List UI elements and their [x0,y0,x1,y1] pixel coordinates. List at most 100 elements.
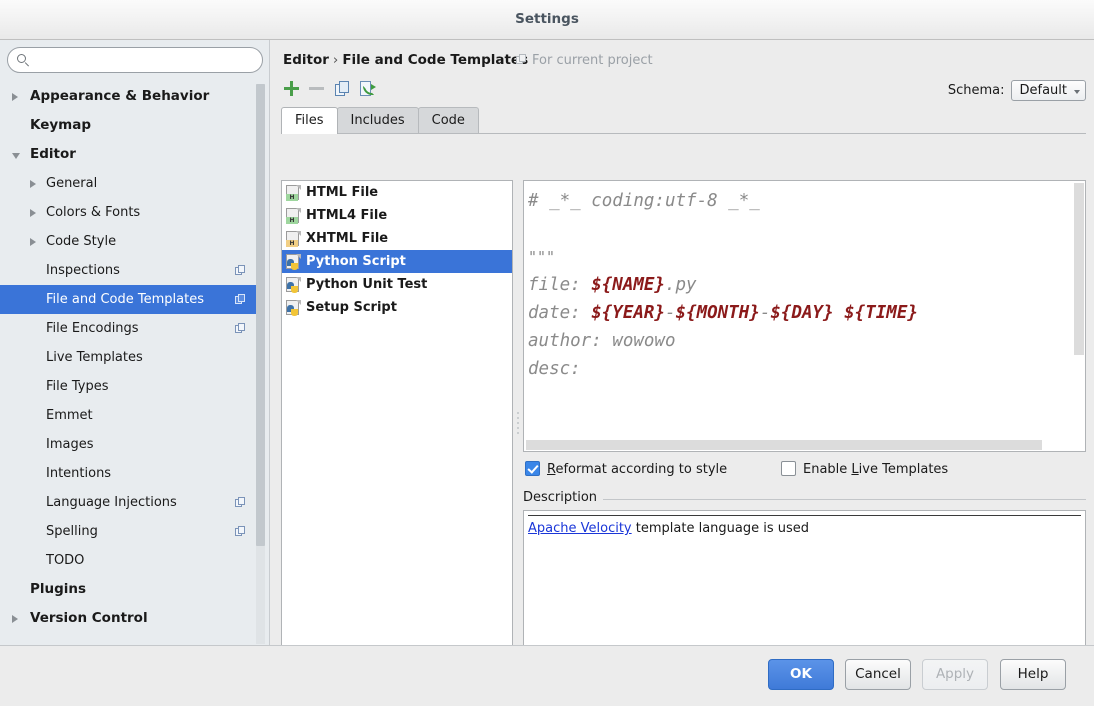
breadcrumb: Editor › File and Code Templates [283,52,528,68]
sidebar-item-label: Keymap [30,117,92,133]
sidebar-item-file-encodings[interactable]: File Encodings [0,314,262,343]
schema-selector: Schema: Default [948,80,1086,102]
tab-includes[interactable]: Includes [336,107,419,134]
code-text: .py [664,275,697,295]
reformat-label-post: eformat according to style [555,462,728,477]
xhtml-file-icon: H [286,231,301,247]
scope-note: For current project [516,53,653,68]
sidebar-item-language-injections[interactable]: Language Injections [0,488,262,517]
project-scope-icon [516,54,527,65]
sidebar-item-label: Inspections [46,263,120,278]
main-panel: Editor › File and Code Templates For curre… [271,40,1094,670]
tab-files[interactable]: Files [281,107,338,134]
project-scope-icon [235,526,246,537]
description-group-line [601,499,1086,500]
sidebar-item-todo[interactable]: TODO [0,546,262,575]
code-text: """ [528,248,556,266]
template-variable: ${NAME} [591,275,665,295]
sidebar-item-version-control[interactable]: Version Control [0,604,262,633]
sidebar-item-inspections[interactable]: Inspections [0,256,262,285]
window-title: Settings [515,11,579,27]
ok-button[interactable]: OK [768,659,834,690]
template-editor-text[interactable]: # _*_ coding:utf-8 _*_ """ file: ${NAME}… [524,181,1073,439]
sidebar-item-file-and-code-templates[interactable]: File and Code Templates [0,285,262,314]
live-templates-mnemonic: L [851,462,859,477]
html4-file-icon: H [286,208,301,224]
sidebar-item-keymap[interactable]: Keymap [0,111,262,140]
code-text: date: [528,303,592,323]
live-templates-checkbox[interactable]: Enable Live Templates [781,460,948,480]
schema-dropdown[interactable]: Default [1010,80,1086,101]
breadcrumb-separator: › [332,52,339,68]
list-item-label: Setup Script [306,300,397,315]
apache-velocity-link[interactable]: Apache Velocity [528,521,632,536]
templates-content: H HTML File H HTML4 File H XHTML File Python S… [281,134,1086,670]
sidebar-item-label: Language Injections [46,495,177,510]
template-code[interactable]: # _*_ coding:utf-8 _*_ """ file: ${NAME}… [528,187,1073,383]
description-text: Apache Velocity template language is use… [528,521,809,536]
cancel-button[interactable]: Cancel [845,659,911,690]
sidebar-item-code-style[interactable]: Code Style [0,227,262,256]
sidebar-item-label: Emmet [46,408,93,423]
list-item-label: XHTML File [306,231,389,246]
tab-code[interactable]: Code [417,107,479,134]
search-box[interactable] [7,47,263,73]
chevron-right-icon[interactable] [30,180,36,188]
list-item-label: Python Unit Test [306,277,428,292]
sidebar-item-label: Live Templates [46,350,143,365]
sidebar-item-live-templates[interactable]: Live Templates [0,343,262,372]
sidebar-item-file-types[interactable]: File Types [0,372,262,401]
code-text: - [759,303,771,323]
editor-hscrollbar-track[interactable] [524,439,1073,451]
help-button[interactable]: Help [1000,659,1066,690]
editor-vscrollbar-track[interactable] [1073,181,1085,439]
editor-vscrollbar-thumb[interactable] [1074,183,1084,355]
sidebar-item-editor[interactable]: Editor [0,140,262,169]
code-text: - [664,303,676,323]
chevron-right-icon[interactable] [30,209,36,217]
sidebar-item-plugins[interactable]: Plugins [0,575,262,604]
list-item[interactable]: Python Script [282,250,512,273]
breadcrumb-root[interactable]: Editor [283,52,329,68]
settings-sidebar: Appearance & Behavior Keymap Editor General… [0,40,270,645]
sidebar-item-colors-fonts[interactable]: Colors & Fonts [0,198,262,227]
copy-icon [335,81,350,97]
sidebar-item-images[interactable]: Images [0,430,262,459]
sidebar-item-spelling[interactable]: Spelling [0,517,262,546]
reset-template-button[interactable] [356,78,378,100]
list-item[interactable]: Setup Script [282,296,512,319]
chevron-right-icon[interactable] [30,238,36,246]
checkbox-unchecked-icon [781,461,796,476]
template-file-list[interactable]: H HTML File H HTML4 File H XHTML File Python S… [281,180,513,670]
list-item[interactable]: Python Unit Test [282,273,512,296]
code-text: file: [528,275,592,295]
sidebar-item-label: Version Control [30,610,148,626]
copy-template-button[interactable] [331,78,353,100]
editor-hscrollbar-thumb[interactable] [526,440,1042,450]
list-item[interactable]: H HTML File [282,181,512,204]
project-scope-icon [235,294,246,305]
list-editor-splitter[interactable] [515,180,523,670]
sidebar-scrollbar-thumb[interactable] [256,84,265,546]
template-editor[interactable]: # _*_ coding:utf-8 _*_ """ file: ${NAME}… [523,180,1086,452]
list-item[interactable]: H XHTML File [282,227,512,250]
search-input[interactable] [38,48,253,72]
reformat-checkbox[interactable]: Reformat according to style [525,460,727,480]
sidebar-item-general[interactable]: General [0,169,262,198]
reset-icon [360,81,376,97]
list-item[interactable]: H HTML4 File [282,204,512,227]
add-template-button[interactable] [281,78,303,100]
chevron-right-icon[interactable] [12,615,18,623]
list-item-label: HTML4 File [306,208,388,223]
sidebar-item-label: File and Code Templates [46,292,204,307]
chevron-right-icon[interactable] [12,93,18,101]
chevron-down-icon [1074,90,1080,94]
template-variable: ${TIME} [844,303,918,323]
sidebar-item-appearance-behavior[interactable]: Appearance & Behavior [0,82,262,111]
schema-value: Default [1019,83,1068,98]
sidebar-item-emmet[interactable]: Emmet [0,401,262,430]
python-file-icon [286,277,301,293]
sidebar-item-label: General [46,176,98,191]
sidebar-item-intentions[interactable]: Intentions [0,459,262,488]
chevron-down-icon[interactable] [12,153,20,159]
